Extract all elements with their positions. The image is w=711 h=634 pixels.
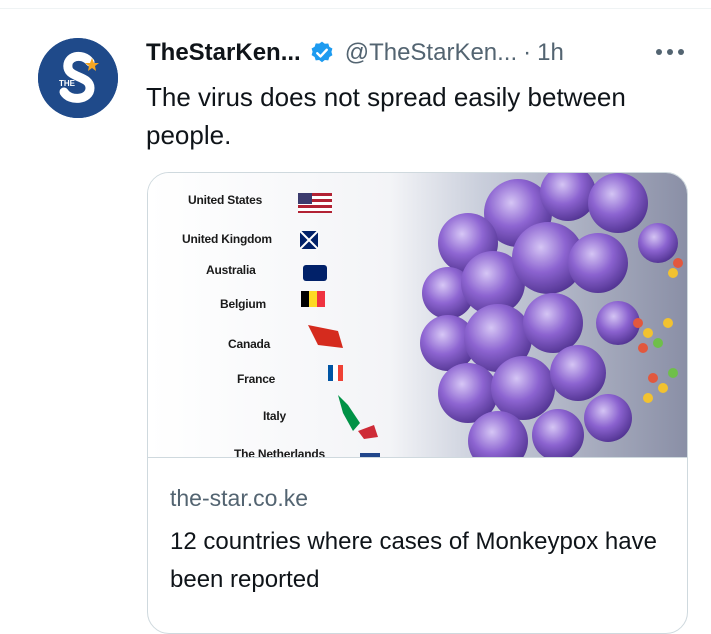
top-divider [0, 8, 711, 9]
card-image: United States United Kingdom Australia B… [148, 173, 687, 458]
the-star-logo-icon: THE [38, 38, 118, 118]
country-label: The Netherlands [234, 447, 326, 458]
separator-dot: · [523, 39, 532, 66]
country-label: Australia [206, 263, 256, 277]
more-options-icon[interactable] [653, 38, 687, 66]
country-label: France [237, 372, 276, 386]
card-title: 12 countries where cases of Monkeypox ha… [170, 528, 657, 593]
svg-text:THE: THE [59, 79, 76, 88]
tweet-text: The virus does not spread easily between… [146, 82, 626, 150]
country-label: Canada [228, 337, 271, 351]
verified-badge-icon [309, 40, 335, 66]
country-label: United States [188, 193, 263, 207]
card-domain: the-star.co.ke [170, 485, 309, 511]
monkeypox-virus-illustration [148, 173, 687, 457]
country-label: United Kingdom [182, 232, 272, 246]
author-handle[interactable]: @TheStarKen... [345, 39, 517, 67]
avatar[interactable]: THE [38, 38, 118, 118]
country-label: Italy [263, 409, 287, 423]
tweet-header: TheStarKen... @TheStarKen... · 1h [146, 36, 691, 70]
country-label: Belgium [220, 297, 266, 311]
link-card[interactable]: United States United Kingdom Australia B… [147, 172, 688, 634]
tweet-time[interactable]: 1h [537, 39, 564, 67]
author-name[interactable]: TheStarKen... [146, 39, 301, 67]
